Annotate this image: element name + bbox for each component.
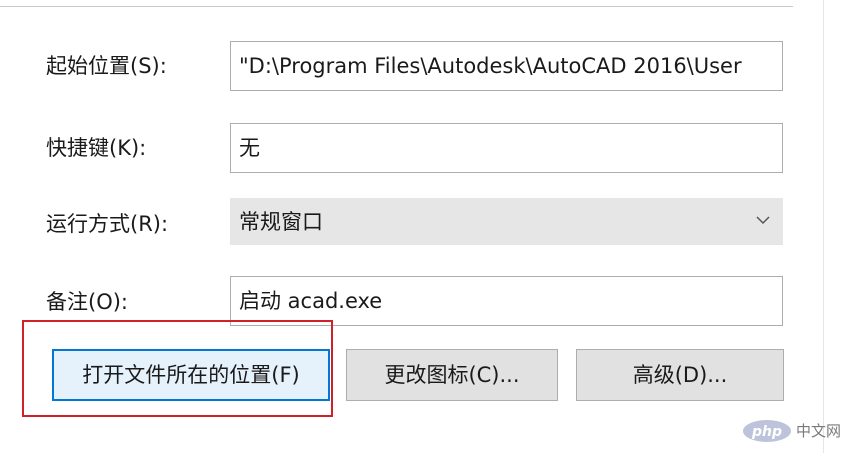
run-select-value: 常规窗口	[239, 210, 323, 234]
comment-label: 备注(O):	[46, 290, 128, 314]
run-select[interactable]: 常规窗口	[230, 198, 783, 245]
shortcut-key-label: 快捷键(K):	[46, 136, 147, 160]
start-in-value: "D:\Program Files\Autodesk\AutoCAD 2016\…	[239, 54, 742, 78]
change-icon-button[interactable]: 更改图标(C)...	[346, 349, 558, 401]
php-logo-icon: php	[743, 420, 791, 442]
php-watermark: php 中文网	[736, 415, 846, 447]
start-in-label: 起始位置(S):	[46, 54, 167, 78]
shortcut-key-field[interactable]: 无	[230, 123, 783, 173]
dialog-right-edge	[823, 0, 824, 453]
chevron-down-icon	[756, 216, 770, 225]
highlight-annotation-box	[22, 320, 333, 417]
start-in-field[interactable]: "D:\Program Files\Autodesk\AutoCAD 2016\…	[230, 41, 783, 91]
comment-field[interactable]: 启动 acad.exe	[230, 276, 783, 326]
top-divider	[0, 6, 793, 7]
svg-text:php: php	[751, 424, 782, 440]
advanced-button[interactable]: 高级(D)...	[576, 349, 784, 401]
comment-value: 启动 acad.exe	[239, 289, 383, 313]
watermark-text: 中文网	[796, 422, 842, 440]
shortcut-properties-panel: 起始位置(S): "D:\Program Files\Autodesk\Auto…	[0, 0, 851, 453]
shortcut-key-value: 无	[239, 136, 260, 160]
run-label: 运行方式(R):	[46, 212, 169, 236]
